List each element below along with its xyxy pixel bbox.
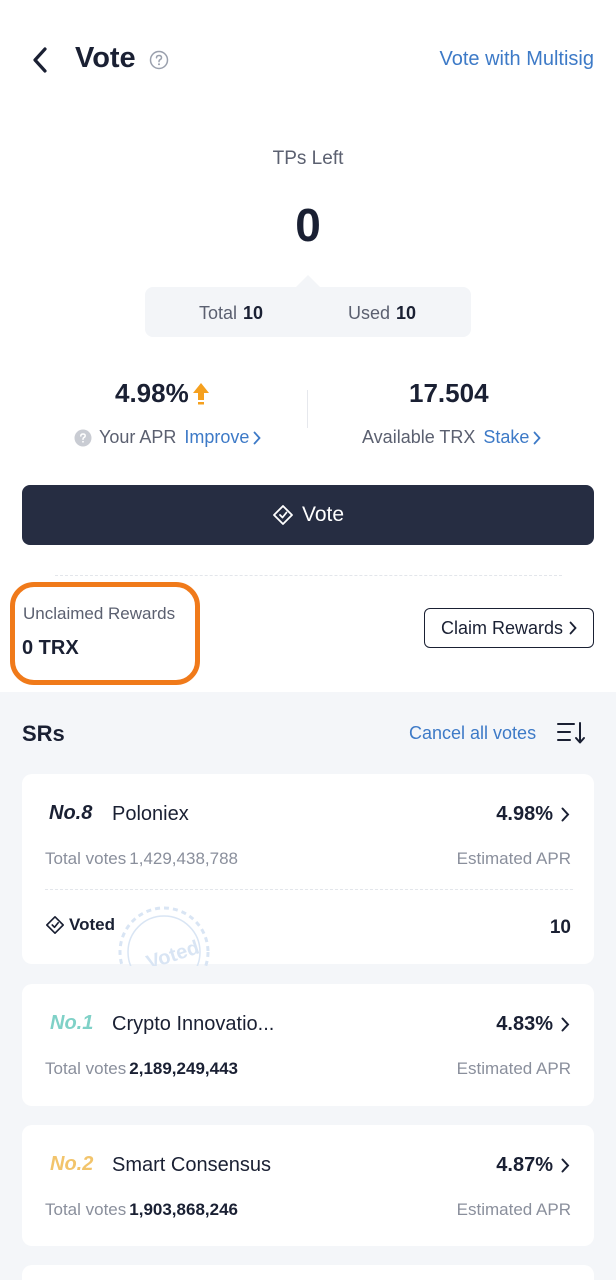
- help-icon[interactable]: [149, 50, 169, 70]
- total-votes-row: Total votes 1,429,438,788: [45, 849, 238, 869]
- back-button[interactable]: [22, 40, 58, 80]
- rewards-highlight-annotation: [10, 582, 200, 685]
- tps-left-label: TPs Left: [272, 148, 344, 169]
- cancel-all-votes-link[interactable]: Cancel all votes: [409, 723, 536, 744]
- sr-card-partial[interactable]: [22, 1265, 594, 1280]
- sr-name: Poloniex: [112, 803, 189, 825]
- chevron-right-icon: [561, 807, 570, 822]
- voted-stamp-icon: Voted: [117, 904, 217, 966]
- tp-box-notch: [296, 275, 320, 287]
- tp-used-label: Used: [348, 303, 391, 323]
- tp-used: Used 10: [348, 303, 416, 324]
- sr-apr: 4.98%: [496, 803, 570, 826]
- claim-rewards-button[interactable]: Claim Rewards: [424, 608, 594, 648]
- total-votes-value: 2,189,249,443: [129, 1059, 238, 1078]
- tp-total-value: 10: [243, 303, 264, 323]
- page-title: Vote: [75, 42, 136, 74]
- tp-summary-box: [145, 287, 471, 337]
- available-trx-row: Available TRX Stake: [362, 427, 542, 448]
- voted-tag: Voted: [45, 915, 115, 935]
- available-trx-label: Available TRX: [362, 427, 476, 447]
- help-circle-icon[interactable]: [74, 429, 92, 447]
- chevron-right-icon: [561, 1158, 570, 1173]
- sr-rank: No.1: [50, 1012, 94, 1034]
- vote-button[interactable]: Vote: [22, 485, 594, 545]
- sr-apr: 4.83%: [496, 1013, 570, 1036]
- estimated-apr-label: Estimated APR: [456, 1200, 571, 1219]
- sr-apr-value: 4.98%: [496, 803, 553, 825]
- chevron-left-icon: [33, 47, 47, 73]
- chevron-right-icon: [561, 1017, 570, 1032]
- voted-stamp-text: Voted: [144, 937, 202, 966]
- sr-card-crypto-innovation[interactable]: No.1 Crypto Innovatio... 4.83% Total vot…: [22, 984, 594, 1106]
- card-divider: [45, 889, 573, 890]
- stake-link[interactable]: Stake: [483, 427, 542, 448]
- your-apr-label: Your APR: [99, 427, 177, 447]
- available-trx-value: 17.504: [409, 378, 489, 408]
- srs-title: SRs: [22, 721, 65, 746]
- estimated-apr-label: Estimated APR: [456, 1059, 571, 1078]
- sr-card-poloniex[interactable]: No.8 Poloniex 4.98% Total votes 1,429,438…: [22, 774, 594, 966]
- ticket-icon: [273, 505, 293, 525]
- sort-icon[interactable]: [556, 720, 586, 746]
- vote-with-multisig-link[interactable]: Vote with Multisig: [439, 48, 594, 71]
- improve-link-text: Improve: [184, 427, 250, 447]
- section-divider: [55, 575, 562, 576]
- tps-left-value: 0: [295, 199, 321, 251]
- chevron-right-icon: [534, 431, 542, 444]
- stats-divider: [307, 390, 308, 428]
- voted-count: 10: [549, 917, 571, 938]
- total-votes-row: Total votes 1,903,868,246: [45, 1200, 238, 1220]
- total-votes-label: Total votes: [45, 849, 127, 868]
- your-apr-row: Your APR Improve: [74, 427, 262, 448]
- improve-link[interactable]: Improve: [184, 427, 262, 448]
- sr-rank: No.2: [50, 1153, 94, 1175]
- total-votes-value: 1,903,868,246: [129, 1200, 238, 1219]
- chevron-right-icon: [254, 431, 262, 444]
- stake-link-text: Stake: [483, 427, 530, 447]
- sr-name: Smart Consensus: [112, 1154, 271, 1176]
- claim-rewards-label: Claim Rewards: [440, 617, 564, 638]
- sr-name: Crypto Innovatio...: [112, 1013, 275, 1035]
- tp-used-value: 10: [396, 303, 417, 323]
- your-apr-value: 4.98%: [115, 378, 210, 409]
- apr-value-text: 4.98%: [115, 378, 189, 408]
- chevron-right-icon: [569, 621, 577, 635]
- total-votes-row: Total votes 2,189,249,443: [45, 1059, 238, 1079]
- ticket-check-icon: [46, 916, 64, 934]
- sr-apr-value: 4.87%: [496, 1154, 553, 1176]
- estimated-apr-label: Estimated APR: [456, 849, 571, 868]
- sr-rank: No.8: [49, 802, 93, 824]
- tp-total: Total 10: [199, 303, 263, 324]
- tp-total-label: Total: [199, 303, 238, 323]
- sr-apr: 4.87%: [496, 1154, 570, 1177]
- sr-card-smart-consensus[interactable]: No.2 Smart Consensus 4.87% Total votes 1,…: [22, 1125, 594, 1246]
- total-votes-label: Total votes: [45, 1200, 127, 1219]
- vote-button-label: Vote: [301, 503, 345, 526]
- total-votes-value: 1,429,438,788: [129, 849, 238, 868]
- voted-label: Voted: [69, 915, 115, 934]
- total-votes-label: Total votes: [45, 1059, 127, 1078]
- sr-apr-value: 4.83%: [496, 1013, 553, 1035]
- arrow-up-icon: [192, 382, 209, 404]
